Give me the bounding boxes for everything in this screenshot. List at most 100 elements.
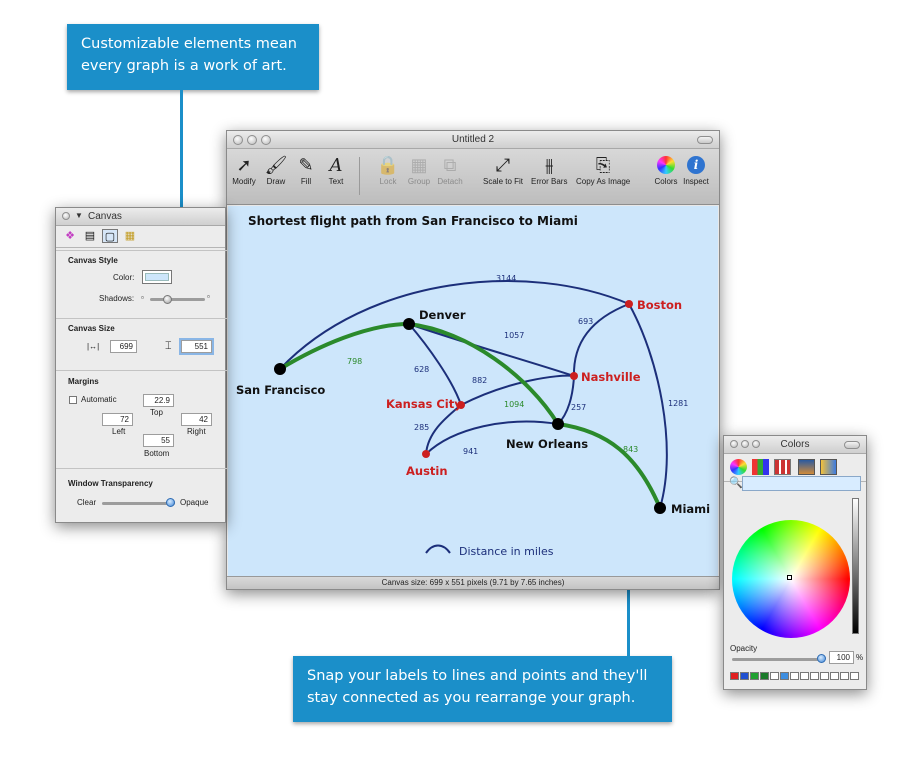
color-label: Color:: [113, 273, 135, 282]
close-button[interactable]: [62, 212, 70, 220]
error-bars-button[interactable]: ⫵ Error Bars: [531, 153, 568, 187]
fill-tool-button[interactable]: ✎ Fill: [293, 153, 319, 187]
copy-as-image-button[interactable]: ⎘ Copy As Image: [576, 153, 630, 187]
transparency-slider-knob[interactable]: [166, 498, 175, 507]
graph-canvas[interactable]: Shortest flight path from San Francisco …: [228, 206, 718, 578]
group-button[interactable]: ▦ Group: [406, 153, 432, 187]
status-bar: Canvas size: 699 x 551 pixels (9.71 by 7…: [227, 576, 719, 589]
text-tool-button[interactable]: A Text: [323, 153, 349, 187]
edge-label: 3144: [496, 274, 516, 283]
margin-left-field[interactable]: 72: [102, 413, 133, 426]
color-wheel-cursor[interactable]: [787, 575, 792, 580]
minimize-button[interactable]: [741, 440, 749, 448]
sliders-tab-icon[interactable]: [752, 459, 769, 475]
margin-top-field[interactable]: 22.9: [143, 394, 174, 407]
inspect-button[interactable]: i Inspect: [683, 153, 709, 186]
color-well[interactable]: [142, 270, 172, 284]
magnifier-icon[interactable]: 🔍: [729, 476, 743, 489]
swatch-empty[interactable]: [810, 672, 819, 680]
automatic-checkbox[interactable]: [69, 396, 77, 404]
main-titlebar[interactable]: Untitled 2: [227, 131, 719, 149]
swatch-red[interactable]: [730, 672, 739, 680]
detach-icon: ⧉: [443, 154, 457, 175]
toolbar-toggle-button[interactable]: [844, 441, 860, 449]
zoom-button[interactable]: [752, 440, 760, 448]
close-button[interactable]: [730, 440, 738, 448]
tab-style-icon[interactable]: ❖: [62, 229, 78, 243]
opacity-slider[interactable]: [732, 658, 822, 661]
swatch-dark-green[interactable]: [760, 672, 769, 680]
swatch-empty[interactable]: [850, 672, 859, 680]
toolbar-toggle-button[interactable]: [697, 136, 713, 144]
node-label-neworleans: New Orleans: [506, 437, 588, 451]
edge-label: 1281: [668, 399, 688, 408]
detach-button[interactable]: ⧉ Detach: [437, 153, 463, 187]
swatch-empty[interactable]: [830, 672, 839, 680]
swatch-empty[interactable]: [790, 672, 799, 680]
colors-window-controls: [730, 440, 760, 448]
edge-kansas-austin: [425, 404, 462, 455]
canvas-height-field[interactable]: 551: [181, 340, 212, 353]
close-button[interactable]: [233, 135, 243, 145]
selected-color-field[interactable]: [742, 476, 861, 491]
color-wheel[interactable]: [732, 520, 850, 638]
window-controls: [233, 135, 271, 145]
shadows-slider[interactable]: [150, 298, 205, 301]
margin-top-label: Top: [150, 408, 163, 417]
color-wheel-tab-icon[interactable]: [730, 459, 747, 475]
swatch-white[interactable]: [770, 672, 779, 680]
group-icon: ▦: [410, 154, 428, 175]
disclosure-triangle-icon[interactable]: ▼: [75, 212, 83, 220]
swatch-empty[interactable]: [820, 672, 829, 680]
swatch-blue[interactable]: [740, 672, 749, 680]
node-label-austin: Austin: [406, 464, 448, 478]
scale-to-fit-button[interactable]: ⤢ Scale to Fit: [483, 153, 523, 187]
tool-label: Error Bars: [531, 177, 568, 186]
tool-label: Detach: [437, 177, 463, 186]
tab-data-icon[interactable]: ▤: [82, 229, 98, 243]
margin-bottom-field[interactable]: 55: [143, 434, 174, 447]
inspector-titlebar[interactable]: ▼ Canvas: [56, 208, 225, 226]
margin-right-field[interactable]: 42: [181, 413, 212, 426]
image-palettes-tab-icon[interactable]: [798, 459, 815, 475]
canvas-inspector: ▼ Canvas ❖ ▤ ▢ ▦ Canvas Style Color: Sha…: [55, 207, 227, 523]
swatch-empty[interactable]: [840, 672, 849, 680]
palettes-tab-icon[interactable]: [774, 459, 791, 475]
flight-graph: Shortest flight path from San Francisco …: [236, 214, 710, 558]
node-neworleans: [552, 418, 564, 430]
modify-tool-button[interactable]: ➚ Modify: [231, 153, 257, 187]
opacity-field[interactable]: 100: [829, 651, 854, 664]
tool-label: Lock: [379, 177, 397, 186]
callout-customizable: Customizable elements mean every graph i…: [67, 24, 319, 90]
zoom-button[interactable]: [261, 135, 271, 145]
shadows-slider-knob[interactable]: [163, 295, 172, 304]
tab-table-icon[interactable]: ▦: [122, 229, 138, 243]
canvas-width-field[interactable]: 699: [110, 340, 137, 353]
crayons-tab-icon[interactable]: [820, 459, 837, 475]
colors-titlebar[interactable]: Colors: [724, 436, 866, 454]
callout-text: Customizable elements mean every graph i…: [81, 36, 297, 74]
lock-button[interactable]: 🔒 Lock: [375, 153, 401, 187]
swatch-row: [730, 672, 859, 680]
minimize-button[interactable]: [247, 135, 257, 145]
toolbar-separator: [359, 157, 360, 195]
swatch-light-blue[interactable]: [780, 672, 789, 680]
transparency-slider[interactable]: [102, 502, 175, 505]
callout-text: Snap your labels to lines and points and…: [307, 668, 648, 706]
path-sf-denver: [278, 322, 410, 371]
clear-label: Clear: [77, 498, 97, 507]
margin-right-label: Right: [187, 427, 206, 436]
brightness-slider[interactable]: [852, 498, 859, 634]
tab-canvas-icon[interactable]: ▢: [102, 229, 118, 243]
colors-button[interactable]: Colors: [653, 153, 679, 186]
node-label-boston: Boston: [637, 298, 682, 312]
draw-tool-button[interactable]: 🖌 Draw: [263, 153, 289, 187]
large-square-icon: ▫: [207, 292, 210, 301]
opacity-slider-knob[interactable]: [817, 654, 826, 663]
legend-text: Distance in miles: [459, 545, 554, 558]
swatch-empty[interactable]: [800, 672, 809, 680]
node-boston: [625, 300, 633, 308]
swatch-green[interactable]: [750, 672, 759, 680]
path-label: 1094: [504, 400, 524, 409]
error-bars-icon: ⫵: [545, 154, 554, 175]
